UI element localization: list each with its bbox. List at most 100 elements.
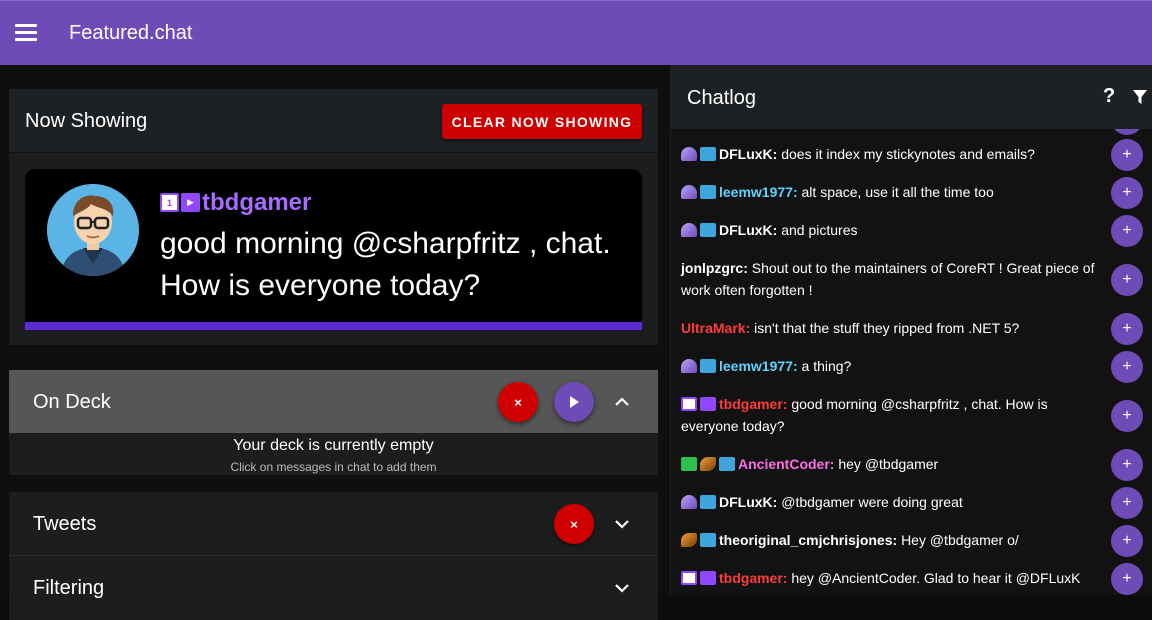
chat-message[interactable]: tbdgamer: hey @AncientCoder. Glad to hea… <box>681 567 1101 589</box>
empty-deck-subtitle: Click on messages in chat to add them <box>230 460 437 474</box>
hat-badge-icon <box>681 185 697 199</box>
crown-badge-icon <box>700 223 716 237</box>
streamer-badge-icon <box>700 571 716 585</box>
close-icon: × <box>570 516 578 532</box>
chat-message-list[interactable]: + DFLuxK: does it index my stickynotes a… <box>671 129 1152 595</box>
chat-message[interactable]: jonlpzgrc: Shout out to the maintainers … <box>681 257 1101 301</box>
chat-message[interactable]: tbdgamer: good morning @csharpfritz , ch… <box>681 393 1101 437</box>
add-to-deck-button[interactable]: + <box>1111 487 1143 519</box>
chat-text: @tbdgamer were doing great <box>781 494 963 510</box>
add-to-deck-button[interactable]: + <box>1111 563 1143 595</box>
crown-badge-icon <box>700 533 716 547</box>
add-to-deck-button[interactable]: + <box>1111 449 1143 481</box>
chat-text: isn't that the stuff they ripped from .N… <box>754 320 1020 336</box>
chat-message[interactable]: theoriginal_cmjchrisjones: Hey @tbdgamer… <box>681 529 1101 551</box>
chat-text: alt space, use it all the time too <box>801 184 994 200</box>
hat-badge-icon <box>681 223 697 237</box>
featured-username: tbdgamer <box>202 189 312 216</box>
crown-badge-icon <box>700 495 716 509</box>
chat-text: hey @AncientCoder. Glad to hear it @DFLu… <box>791 570 1081 586</box>
now-showing-panel: Now Showing CLEAR NOW SHOWING 1 ▶ tbdgam… <box>9 89 658 345</box>
first-badge-icon <box>681 397 697 411</box>
crown-badge-icon <box>700 185 716 199</box>
now-showing-header: Now Showing CLEAR NOW SHOWING <box>9 89 658 153</box>
empty-deck-title: Your deck is currently empty <box>233 437 434 454</box>
chat-message[interactable]: leemw1977: alt space, use it all the tim… <box>681 181 1101 203</box>
crown-badge-icon <box>700 359 716 373</box>
chat-message[interactable]: leemw1977: a thing? <box>681 355 1101 377</box>
play-icon <box>570 396 579 408</box>
chat-text: hey @tbdgamer <box>838 456 939 472</box>
filter-icon[interactable] <box>1133 90 1147 109</box>
chevron-down-icon[interactable] <box>612 514 632 534</box>
first-badge-icon <box>681 571 697 585</box>
crown-badge-icon <box>719 457 735 471</box>
chat-username: leemw1977 <box>719 358 793 374</box>
chat-message[interactable]: AncientCoder: hey @tbdgamer <box>681 453 1101 475</box>
hat-badge-icon <box>681 495 697 509</box>
streamer-badge-icon <box>700 397 716 411</box>
chat-username: jonlpzgrc <box>681 260 744 276</box>
featured-message-text: good morning @csharpfritz , chat. How is… <box>160 227 611 302</box>
streamer-badge-icon: ▶ <box>181 193 200 212</box>
chat-username: leemw1977 <box>719 184 793 200</box>
crown-badge-icon <box>700 147 716 161</box>
chat-username: AncientCoder <box>738 456 830 472</box>
chat-text: a thing? <box>801 358 852 374</box>
add-to-deck-button[interactable]: + <box>1111 400 1143 432</box>
sword-badge-icon <box>681 457 697 471</box>
on-deck-panel: On Deck × Your deck is currently empty C… <box>9 370 658 475</box>
chatlog-title: Chatlog <box>687 87 756 109</box>
chat-username: UltraMark <box>681 320 746 336</box>
add-to-deck-button[interactable]: + <box>1111 525 1143 557</box>
chat-message[interactable]: DFLuxK: @tbdgamer were doing great <box>681 491 1101 513</box>
chat-message[interactable]: DFLuxK: does it index my stickynotes and… <box>681 143 1101 165</box>
chat-username: tbdgamer <box>719 570 783 586</box>
app-title: Featured.chat <box>69 22 193 44</box>
chat-text: and pictures <box>781 222 858 238</box>
featured-message-card: 1 ▶ tbdgamer good morning @csharpfritz ,… <box>25 169 642 330</box>
chat-username: DFLuxK <box>719 494 773 510</box>
clear-now-showing-button[interactable]: CLEAR NOW SHOWING <box>442 104 642 139</box>
clear-deck-button[interactable]: × <box>498 382 538 422</box>
now-showing-title: Now Showing <box>25 110 148 132</box>
add-to-deck-button[interactable]: + <box>1111 351 1143 383</box>
filtering-title: Filtering <box>33 577 105 599</box>
hat-badge-icon <box>681 147 697 161</box>
add-to-deck-button[interactable]: + <box>1111 264 1143 296</box>
play-deck-button[interactable] <box>554 382 594 422</box>
help-icon[interactable]: ? <box>1103 85 1115 108</box>
chat-message[interactable]: UltraMark: isn't that the stuff they rip… <box>681 317 1101 339</box>
add-to-deck-button[interactable]: + <box>1111 139 1143 171</box>
filtering-panel[interactable]: Filtering <box>9 556 658 620</box>
user-badges: 1 ▶ <box>160 193 200 212</box>
chat-text: Hey @tbdgamer o/ <box>901 532 1019 548</box>
feather-badge-icon <box>681 533 697 547</box>
tweets-panel[interactable]: Tweets × <box>9 492 658 556</box>
add-to-deck-button[interactable]: + <box>1111 129 1143 135</box>
close-icon: × <box>514 394 522 410</box>
chat-username: DFLuxK <box>719 222 773 238</box>
feather-badge-icon <box>700 457 716 471</box>
add-to-deck-button[interactable]: + <box>1111 313 1143 345</box>
chat-username: theoriginal_cmjchrisjones <box>719 532 893 548</box>
chevron-up-icon[interactable] <box>612 392 632 412</box>
chat-username: tbdgamer <box>719 396 783 412</box>
card-accent-bar <box>25 322 642 330</box>
avatar <box>47 184 139 276</box>
menu-icon[interactable] <box>15 24 37 42</box>
chat-message[interactable]: DFLuxK: and pictures <box>681 219 1101 241</box>
chat-username: DFLuxK <box>719 146 773 162</box>
chevron-down-icon[interactable] <box>612 578 632 598</box>
tweets-title: Tweets <box>33 513 97 535</box>
chat-text: does it index my stickynotes and emails? <box>781 146 1035 162</box>
hat-badge-icon <box>681 359 697 373</box>
clear-tweets-button[interactable]: × <box>554 504 594 544</box>
add-to-deck-button[interactable]: + <box>1111 177 1143 209</box>
chatlog-header: Chatlog ? <box>671 65 1152 129</box>
on-deck-title: On Deck <box>33 391 111 413</box>
add-to-deck-button[interactable]: + <box>1111 215 1143 247</box>
left-panel: Now Showing CLEAR NOW SHOWING 1 ▶ tbdgam… <box>0 65 670 620</box>
app-bar: Featured.chat <box>0 0 1152 65</box>
on-deck-header[interactable]: On Deck × <box>9 370 658 433</box>
